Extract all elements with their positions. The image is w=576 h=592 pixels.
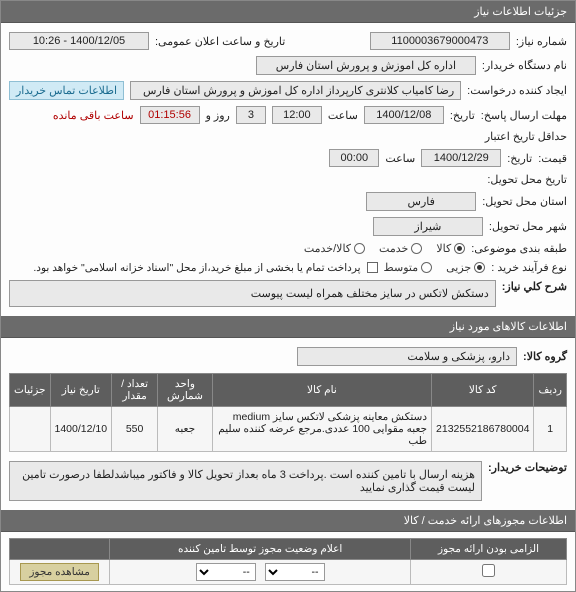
- items-body: گروه کالا: دارو، پزشکی و سلامت ردیف کد ک…: [1, 338, 575, 510]
- validity-date-value: 1400/12/29: [421, 149, 501, 167]
- cell-qty: 550: [112, 407, 158, 452]
- status-select-1[interactable]: --: [265, 563, 325, 581]
- delivery-date-label: تاریخ محل تحویل:: [487, 173, 567, 186]
- status-select-2[interactable]: --: [196, 563, 256, 581]
- col-details: جزئیات: [10, 374, 51, 407]
- table-row: 1 2132552186780004 دستکش معاینه پزشکی لا…: [10, 407, 567, 452]
- process-medium-radio[interactable]: متوسط: [384, 261, 433, 274]
- permits-row: -- -- مشاهده مجوز: [10, 560, 567, 585]
- public-announce-label: تاریخ و ساعت اعلان عمومی:: [155, 35, 285, 48]
- need-no-label: شماره نیاز:: [516, 35, 567, 48]
- mandatory-checkbox[interactable]: [482, 564, 495, 577]
- remaining-time-value: 01:15:56: [140, 106, 200, 124]
- cell-date: 1400/12/10: [50, 407, 112, 452]
- mandatory-cell: [411, 560, 567, 585]
- need-title-label: شرح کلي نياز:: [502, 280, 567, 293]
- price-word-label: قیمت:: [538, 152, 567, 165]
- radio-icon: [454, 243, 465, 254]
- table-header-row: ردیف کد کالا نام کالا واحد شمارش تعداد /…: [10, 374, 567, 407]
- radio-icon: [354, 243, 365, 254]
- buyer-notes-value: هزینه ارسال با تامین کننده است .پرداخت 3…: [9, 461, 482, 501]
- buyer-org-value: اداره کل اموزش و پرورش استان فارس: [256, 56, 476, 75]
- class-service-radio[interactable]: خدمت: [379, 242, 422, 255]
- need-title-value: دستکش لاتکس در سایز مختلف همراه لیست پیو…: [9, 280, 496, 307]
- radio-icon: [411, 243, 422, 254]
- min-validity-label: حداقل تاریخ اعتبار: [485, 130, 567, 143]
- response-deadline-label: مهلت ارسال پاسخ:: [481, 109, 567, 122]
- col-qty: تعداد / مقدار: [112, 374, 158, 407]
- cell-idx: 1: [534, 407, 567, 452]
- public-announce-value: 1400/12/05 - 10:26: [9, 32, 149, 50]
- col-mandatory: الزامی بودن ارائه مجوز: [411, 539, 567, 560]
- col-unit: واحد شمارش: [158, 374, 213, 407]
- col-code: کد کالا: [432, 374, 534, 407]
- col-date: تاریخ نیاز: [50, 374, 112, 407]
- class-service-label: خدمت: [379, 242, 408, 255]
- goods-group-value: دارو، پزشکی و سلامت: [297, 347, 517, 366]
- permits-table: الزامی بودن ارائه مجوز اعلام وضعیت مجوز …: [9, 538, 567, 585]
- col-row: ردیف: [534, 374, 567, 407]
- items-table: ردیف کد کالا نام کالا واحد شمارش تعداد /…: [9, 373, 567, 452]
- radio-icon: [474, 262, 485, 273]
- cell-details[interactable]: [10, 407, 51, 452]
- class-goods-label: کالا: [436, 242, 451, 255]
- delivery-province-label: استان محل تحویل:: [482, 195, 567, 208]
- treasury-note: پرداخت تمام یا بخشی از مبلغ خرید،از محل …: [33, 262, 360, 274]
- class-both-radio[interactable]: کالا/خدمت: [304, 242, 365, 255]
- response-days-value: 3: [236, 106, 266, 124]
- delivery-province-value: فارس: [366, 192, 476, 211]
- time-word-2: ساعت: [385, 152, 415, 165]
- items-section-header: اطلاعات کالاهای مورد نیاز: [1, 316, 575, 338]
- class-both-label: کالا/خدمت: [304, 242, 351, 255]
- process-type-group: جزیی متوسط: [384, 261, 486, 274]
- details-body: شماره نیاز: 1100003679000473 تاریخ و ساع…: [1, 23, 575, 316]
- class-goods-radio[interactable]: کالا: [436, 242, 465, 255]
- permits-header-row: الزامی بودن ارائه مجوز اعلام وضعیت مجوز …: [10, 539, 567, 560]
- buyer-notes-label: توضیحات خریدار:: [488, 461, 567, 474]
- response-time-value: 12:00: [272, 106, 322, 124]
- view-permit-button[interactable]: مشاهده مجوز: [20, 563, 99, 581]
- buyer-contact-link[interactable]: اطلاعات تماس خریدار: [9, 81, 124, 100]
- process-medium-label: متوسط: [384, 261, 419, 274]
- response-date-value: 1400/12/08: [364, 106, 444, 124]
- main-panel: جزئیات اطلاعات نیاز شماره نیاز: 11000036…: [0, 0, 576, 592]
- requester-label: ایجاد کننده درخواست:: [467, 84, 567, 97]
- need-no-value: 1100003679000473: [370, 32, 510, 50]
- time-word-1: ساعت: [328, 109, 358, 122]
- col-name: نام کالا: [212, 374, 431, 407]
- permits-section-header: اطلاعات مجوزهای ارائه خدمت / کالا: [1, 510, 575, 532]
- date-word-1: تاریخ:: [450, 109, 475, 122]
- buyer-org-label: نام دستگاه خریدار:: [482, 59, 567, 72]
- process-partial-label: جزیی: [446, 261, 471, 274]
- delivery-city-label: شهر محل تحویل:: [489, 220, 567, 233]
- requester-value: رضا کامیاب کلانتری کارپرداز اداره کل امو…: [130, 81, 461, 100]
- process-partial-radio[interactable]: جزیی: [446, 261, 485, 274]
- cell-unit: جعبه: [158, 407, 213, 452]
- permits-body: الزامی بودن ارائه مجوز اعلام وضعیت مجوز …: [1, 532, 575, 591]
- details-section-header: جزئیات اطلاعات نیاز: [1, 1, 575, 23]
- col-status: اعلام وضعیت مجوز توسط تامین کننده: [110, 539, 411, 560]
- treasury-checkbox[interactable]: [367, 262, 378, 273]
- day-and-label: روز و: [206, 109, 230, 122]
- remaining-label: ساعت باقی مانده: [53, 109, 134, 122]
- cell-name: دستکش معاینه پزشکی لاتکس سایز medium جعب…: [212, 407, 431, 452]
- date-word-2: تاریخ:: [507, 152, 532, 165]
- delivery-city-value: شیراز: [373, 217, 483, 236]
- process-type-label: نوع فرآیند خرید :: [491, 261, 567, 274]
- status-cell: -- --: [110, 560, 411, 585]
- goods-group-label: گروه کالا:: [523, 350, 567, 363]
- commodity-class-group: کالا خدمت کالا/خدمت: [304, 242, 465, 255]
- view-permit-cell: مشاهده مجوز: [10, 560, 110, 585]
- validity-time-value: 00:00: [329, 149, 379, 167]
- radio-icon: [421, 262, 432, 273]
- cell-code: 2132552186780004: [432, 407, 534, 452]
- commodity-class-label: طبقه بندی موضوعی:: [471, 242, 567, 255]
